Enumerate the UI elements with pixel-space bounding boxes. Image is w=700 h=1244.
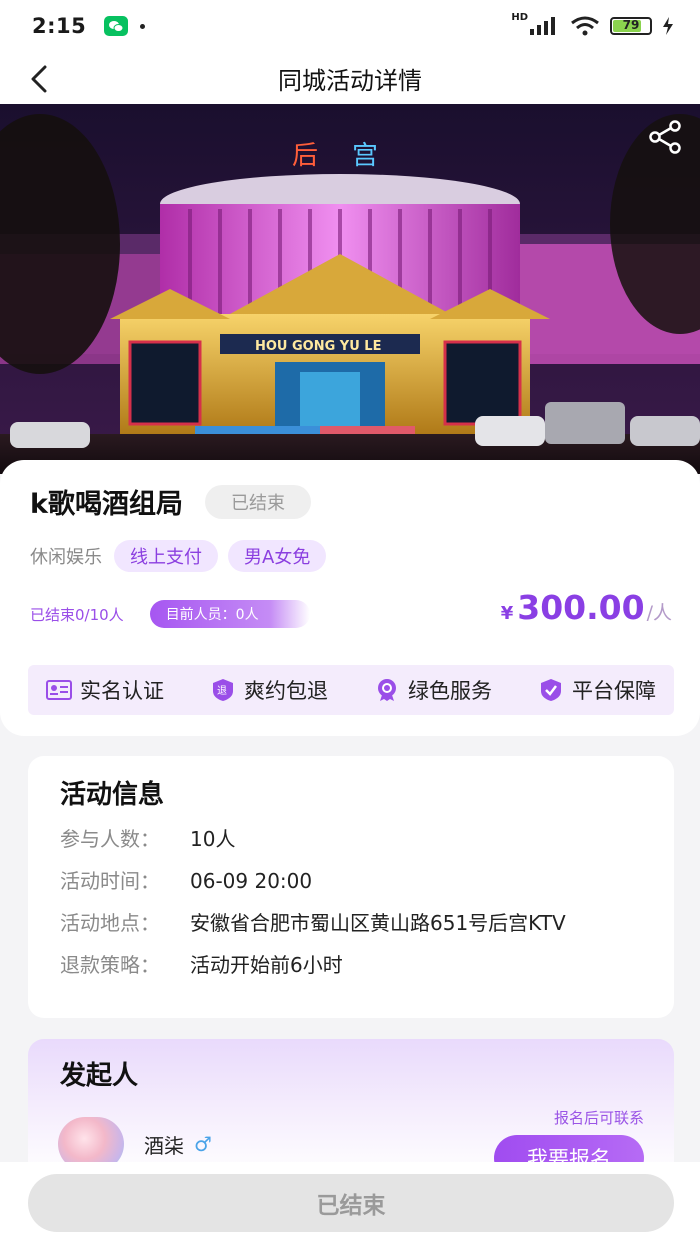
id-card-icon [46, 678, 72, 702]
info-label: 活动时间： [60, 869, 160, 893]
activity-title: k歌喝酒组局 [30, 489, 183, 520]
info-label: 活动地点： [60, 911, 160, 935]
refund-icon: 退 [210, 678, 236, 702]
ktv-building-illustration: 后 宫 HOU GONG YU LE [0, 104, 700, 474]
page: 2:15 HD 79 同城活动详情 后 宫 HOU GONG YU LE k歌喝… [0, 0, 700, 1244]
info-value: 06-09 20:00 [190, 869, 313, 893]
title-row: k歌喝酒组局 已结束 [30, 482, 311, 521]
contact-hint: 报名后可联系 [553, 1109, 644, 1127]
info-value: 活动开始前6小时 [190, 953, 343, 977]
info-value: 10人 [190, 827, 236, 851]
tag-payment: 线上支付 [114, 540, 218, 572]
banner-text: HOU GONG YU LE [255, 339, 381, 354]
tags-row: 休闲娱乐 线上支付 男A女免 [30, 540, 336, 572]
price: ¥ 300.00 /人 [501, 588, 672, 627]
chevron-left-icon [31, 65, 47, 93]
guarantee-label: 爽约包退 [244, 679, 328, 703]
nav-bar: 同城活动详情 [0, 52, 700, 104]
info-label: 退款策略： [60, 953, 160, 977]
info-row-time: 活动时间： 06-09 20:00 [60, 867, 642, 895]
activity-info-title: 活动信息 [60, 780, 165, 810]
battery-icon: 79 [610, 17, 652, 35]
status-indicators: HD 79 [511, 12, 674, 36]
info-label: 参与人数： [60, 827, 160, 851]
price-currency: ¥ [500, 603, 514, 624]
price-unit: /人 [646, 602, 672, 624]
guarantee-refund: 退 爽约包退 [210, 675, 328, 705]
guarantee-label: 绿色服务 [408, 679, 492, 703]
count-row: 已结束0/10人 目前人员：0人 [30, 600, 310, 628]
share-button[interactable] [646, 118, 684, 156]
status-bar: 2:15 HD 79 [0, 0, 700, 52]
neon-sign-left: 后 [292, 141, 318, 171]
ended-button[interactable]: 已结束 [28, 1174, 674, 1232]
activity-info-card: 活动信息 参与人数： 10人 活动时间： 06-09 20:00 活动地点： 安… [28, 756, 674, 1018]
bottom-bar: 已结束 [0, 1162, 700, 1244]
signal-icon [530, 17, 555, 35]
info-row-participants: 参与人数： 10人 [60, 825, 642, 853]
wifi-icon [571, 16, 599, 36]
svg-text:退: 退 [217, 685, 227, 697]
notification-dot-icon [140, 23, 146, 29]
info-value: 安徽省合肥市蜀山区黄山路651号后宫KTV [190, 911, 566, 935]
guarantee-label: 实名认证 [80, 679, 164, 703]
shield-icon [538, 678, 564, 702]
hd-label: HD [511, 12, 528, 23]
badge-icon [374, 678, 400, 702]
status-time: 2:15 [32, 14, 87, 38]
battery-level: 79 [622, 18, 640, 32]
activity-summary-card: k歌喝酒组局 已结束 休闲娱乐 线上支付 男A女免 已结束0/10人 目前人员：… [0, 460, 700, 736]
status-badge: 已结束 [204, 484, 311, 519]
guarantee-platform: 平台保障 [538, 675, 656, 705]
guarantee-bar: 实名认证 退 爽约包退 绿色服务 平台保障 [28, 665, 674, 715]
current-members-badge: 目前人员：0人 [149, 600, 310, 628]
page-title: 同城活动详情 [278, 66, 422, 95]
neon-sign-right: 宫 [352, 141, 378, 171]
male-icon: ♂ [194, 1132, 212, 1156]
guarantee-green-service: 绿色服务 [374, 675, 492, 705]
price-value: 300.00 [517, 588, 645, 627]
guarantee-label: 平台保障 [572, 679, 656, 703]
category-label: 休闲娱乐 [30, 547, 102, 568]
info-row-location: 活动地点： 安徽省合肥市蜀山区黄山路651号后宫KTV [60, 909, 642, 937]
wechat-icon [104, 16, 129, 36]
info-row-refund-policy: 退款策略： 活动开始前6小时 [60, 951, 642, 979]
back-button[interactable] [22, 62, 56, 96]
tag-fee-rule: 男A女免 [228, 540, 327, 572]
organizer-name: 酒柒 [144, 1133, 184, 1158]
guarantee-real-name: 实名认证 [46, 675, 164, 705]
organizer-title: 发起人 [60, 1061, 139, 1091]
hero-image: 后 宫 HOU GONG YU LE [0, 104, 700, 474]
charging-icon [663, 17, 673, 35]
share-icon [649, 120, 681, 154]
organizer-card: 发起人 报名后可联系 酒柒 ♂ 我要报名 [28, 1039, 674, 1179]
ended-count: 已结束0/10人 [30, 605, 124, 624]
